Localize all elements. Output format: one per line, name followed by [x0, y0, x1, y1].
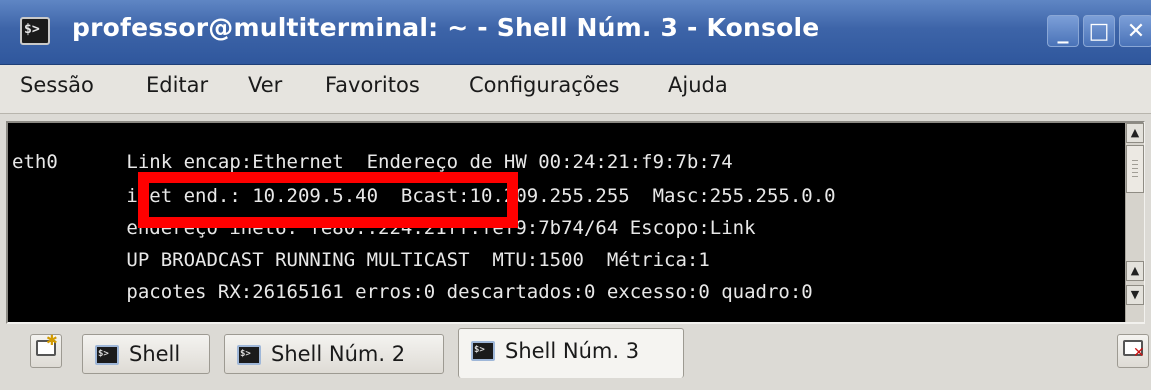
star-icon: ✱: [46, 333, 58, 349]
terminal-line: UP BROADCAST RUNNING MULTICAST MTU:1500 …: [12, 249, 710, 271]
scroll-thumb[interactable]: [1126, 145, 1144, 193]
tab-bar: ✱ $> Shell $> Shell Núm. 2 $> Shell Núm.…: [0, 326, 1151, 390]
terminal-line: eth0 Link encap:Ethernet Endereço de HW …: [12, 151, 733, 173]
grip-line: [1132, 164, 1138, 165]
terminal-line: pacotes RX:26165161 erros:0 descartados:…: [12, 281, 813, 303]
menu-favoritos[interactable]: Favoritos: [325, 73, 420, 97]
minimize-button[interactable]: _: [1047, 15, 1079, 47]
window-title: professor@multiterminal: ~ - Shell Núm. …: [72, 13, 820, 42]
scroll-down-button[interactable]: ▼: [1126, 285, 1144, 305]
terminal-icon: $>: [237, 345, 261, 365]
terminal-icon: $>: [95, 345, 119, 365]
scroll-up-button[interactable]: ▲: [1126, 123, 1144, 143]
maximize-icon: □: [1088, 18, 1110, 44]
menu-ajuda[interactable]: Ajuda: [668, 73, 728, 97]
ip-address-highlight-box: [138, 172, 518, 228]
tab-shell[interactable]: $> Shell: [82, 334, 210, 374]
arrow-up-icon: ▲: [1130, 264, 1140, 277]
terminal-scrollbar[interactable]: ▲ ▲ ▼: [1125, 123, 1144, 322]
grip-line: [1132, 160, 1138, 161]
tab-label: Shell: [129, 342, 181, 366]
menu-bar: Sessão Editar Ver Favoritos Configuraçõe…: [0, 65, 1151, 114]
menu-sessao[interactable]: Sessão: [20, 73, 94, 97]
close-button[interactable]: ✕: [1119, 15, 1151, 47]
window-titlebar[interactable]: $> professor@multiterminal: ~ - Shell Nú…: [0, 0, 1151, 65]
menu-ver[interactable]: Ver: [248, 73, 282, 97]
grip-line: [1132, 176, 1138, 177]
maximize-button[interactable]: □: [1083, 15, 1115, 47]
tab-label: Shell Núm. 2: [271, 342, 406, 366]
grip-line: [1132, 168, 1138, 169]
scroll-up-button-bottom[interactable]: ▲: [1126, 261, 1144, 281]
terminal-output[interactable]: eth0 Link encap:Ethernet Endereço de HW …: [10, 123, 1124, 322]
tab-shell-3[interactable]: $> Shell Núm. 3: [458, 328, 684, 378]
close-icon: ✕: [1126, 18, 1146, 44]
close-session-button[interactable]: ✕: [1117, 334, 1149, 368]
tab-label: Shell Núm. 3: [505, 339, 640, 363]
arrow-up-icon: ▲: [1130, 126, 1140, 139]
terminal-frame: eth0 Link encap:Ethernet Endereço de HW …: [6, 121, 1145, 324]
menu-editar[interactable]: Editar: [146, 73, 208, 97]
menu-configuracoes[interactable]: Configurações: [469, 73, 619, 97]
minimize-icon: _: [1057, 18, 1069, 44]
konsole-app-icon[interactable]: $>: [20, 17, 50, 45]
arrow-down-icon: ▼: [1130, 288, 1140, 301]
close-icon: ✕: [1133, 345, 1145, 361]
terminal-icon: $>: [471, 341, 495, 361]
tab-shell-2[interactable]: $> Shell Núm. 2: [224, 334, 444, 374]
grip-line: [1132, 172, 1138, 173]
new-session-button[interactable]: ✱: [30, 333, 62, 368]
